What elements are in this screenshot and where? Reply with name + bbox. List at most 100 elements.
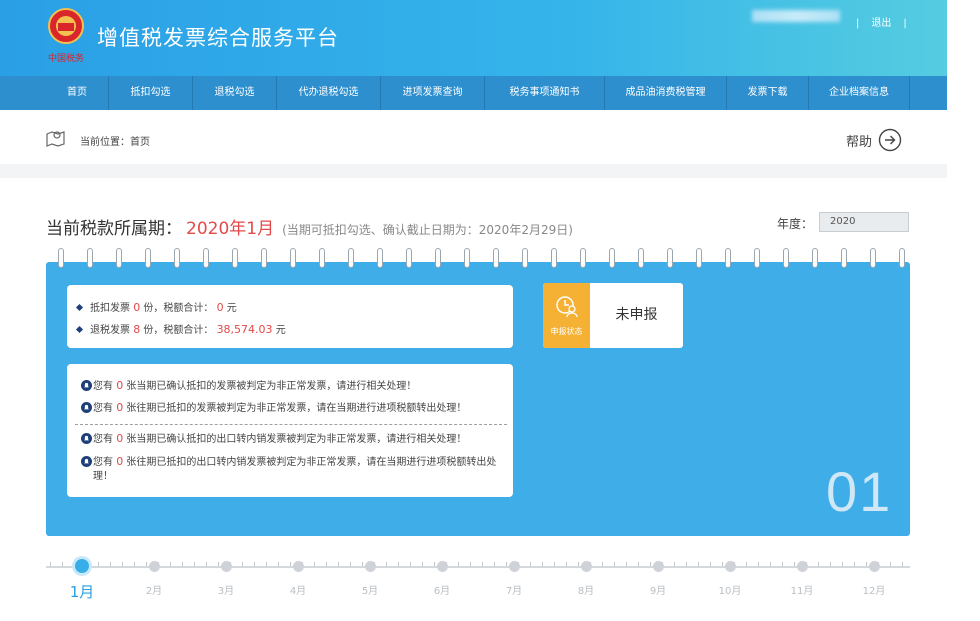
month-label[interactable]: 3月 — [206, 582, 246, 597]
binding-ring — [812, 248, 818, 268]
nav-tax-notice[interactable]: 税务事项通知书 — [485, 76, 605, 110]
deduct-count[interactable]: 0 — [133, 301, 140, 314]
refund-amount: 38,574.03 — [216, 323, 273, 336]
timeline-tick — [50, 562, 51, 566]
user-divider-right: | — [903, 18, 907, 29]
month-label[interactable]: 11月 — [782, 582, 822, 597]
nav-deduction-select[interactable]: 抵扣勾选 — [109, 76, 193, 110]
alert-count[interactable]: 0 — [116, 432, 123, 445]
timeline-tick — [362, 562, 363, 566]
timeline-tick — [554, 562, 555, 566]
binding-ring — [609, 248, 615, 268]
arrow-right-circle-icon — [878, 128, 902, 152]
binding-ring — [145, 248, 151, 268]
bell-icon — [81, 456, 92, 467]
alert-item: 您有 0 张当期已确认抵扣的出口转内销发票被判定为非正常发票，请进行相关处理！ — [75, 432, 507, 447]
month-label[interactable]: 8月 — [566, 582, 606, 597]
filing-status-card[interactable]: 申报状态 未申报 — [543, 283, 683, 348]
month-dot[interactable] — [75, 559, 89, 573]
timeline-tick — [218, 562, 219, 566]
binding-ring — [87, 248, 93, 268]
alert-count[interactable]: 0 — [116, 379, 123, 392]
timeline-tick — [398, 562, 399, 566]
binding-ring — [522, 248, 528, 268]
help-button[interactable]: 帮助 — [846, 128, 902, 152]
binding-ring — [348, 248, 354, 268]
binding-ring — [261, 248, 267, 268]
month-dot[interactable] — [796, 561, 808, 572]
nav-home[interactable]: 首页 — [46, 76, 109, 110]
year-label: 年度： — [777, 217, 814, 231]
timeline-tick — [494, 562, 495, 566]
binding-ring — [319, 248, 325, 268]
binding-ring — [638, 248, 644, 268]
alert-count[interactable]: 0 — [116, 455, 123, 468]
month-label[interactable]: 1月 — [62, 581, 102, 602]
month-label[interactable]: 12月 — [854, 582, 894, 597]
month-dot[interactable] — [508, 561, 520, 572]
breadcrumb-bar: 当前位置：首页 帮助 — [0, 110, 947, 164]
refund-label: 退税发票 — [90, 325, 130, 336]
timeline-tick — [314, 562, 315, 566]
alert-text: 张往期已抵扣的发票被判定为非正常发票，请在当期进行进项税额转出处理！ — [126, 403, 467, 414]
month-label[interactable]: 5月 — [350, 582, 390, 597]
month-dot[interactable] — [724, 561, 736, 572]
timeline-tick — [434, 562, 435, 566]
binding-ring — [174, 248, 180, 268]
user-links: | 退出 | — [850, 14, 913, 29]
binding-ring — [290, 248, 296, 268]
month-dot[interactable] — [580, 561, 592, 572]
month-dot[interactable] — [220, 561, 232, 572]
year-select[interactable]: 2020 — [819, 212, 909, 232]
binding-ring — [116, 248, 122, 268]
timeline-tick — [410, 562, 411, 566]
month-dot[interactable] — [652, 561, 664, 572]
alert-prefix: 您有 — [93, 381, 113, 392]
month-dot[interactable] — [364, 561, 376, 572]
timeline-tick — [458, 562, 459, 566]
month-dot[interactable] — [292, 561, 304, 572]
binding-ring — [754, 248, 760, 268]
month-label[interactable]: 2月 — [134, 582, 174, 597]
timeline-tick — [350, 562, 351, 566]
month-dot[interactable] — [436, 561, 448, 572]
alert-prefix: 您有 — [93, 434, 113, 445]
month-label[interactable]: 6月 — [422, 582, 462, 597]
binding-ring — [406, 248, 412, 268]
timeline-tick — [674, 562, 675, 566]
nav-company-profile[interactable]: 企业档案信息 — [809, 76, 910, 110]
timeline-tick — [770, 562, 771, 566]
deduct-amount: 0 — [216, 301, 224, 314]
month-label[interactable]: 10月 — [710, 582, 750, 597]
month-label[interactable]: 7月 — [494, 582, 534, 597]
filing-status-value: 未申报 — [615, 307, 658, 323]
alert-prefix: 您有 — [93, 403, 113, 414]
alert-count[interactable]: 0 — [116, 401, 123, 414]
nav-oil-tax[interactable]: 成品油消费税管理 — [605, 76, 727, 110]
invoice-summary-card: 抵扣发票 0 份，税额合计： 0 元 退税发票 8 份，税额合计： 38,574… — [67, 285, 513, 348]
timeline-tick — [698, 562, 699, 566]
month-dot[interactable] — [868, 561, 880, 572]
nav-input-invoice-query[interactable]: 进项发票查询 — [381, 76, 485, 110]
logout-link[interactable]: 退出 — [871, 18, 891, 29]
nav-agent-refund-select[interactable]: 代办退税勾选 — [277, 76, 381, 110]
binding-ring — [841, 248, 847, 268]
refund-mid: 份，税额合计： — [143, 325, 214, 336]
nav-invoice-download[interactable]: 发票下载 — [727, 76, 809, 110]
nav-refund-select[interactable]: 退税勾选 — [193, 76, 277, 110]
period-label: 当前税款所属期： — [46, 219, 182, 239]
binding-ring — [58, 248, 64, 268]
month-dot[interactable] — [148, 561, 160, 572]
map-location-icon — [46, 131, 65, 147]
deduct-summary: 抵扣发票 0 份，税额合计： 0 元 — [75, 299, 237, 314]
refund-count[interactable]: 8 — [133, 323, 140, 336]
timeline-tick — [578, 562, 579, 566]
deduct-unit: 元 — [226, 303, 237, 314]
month-label[interactable]: 9月 — [638, 582, 678, 597]
alert-item: 您有 0 张往期已抵扣的出口转内销发票被判定为非正常发票，请在当期进行进项税额转… — [75, 455, 507, 484]
alert-text: 张往期已抵扣的出口转内销发票被判定为非正常发票，请在当期进行进项税额转出处理！ — [93, 457, 497, 482]
month-label[interactable]: 4月 — [278, 582, 318, 597]
timeline-tick — [134, 562, 135, 566]
timeline-tick — [866, 562, 867, 566]
bullet-icon — [75, 303, 84, 311]
